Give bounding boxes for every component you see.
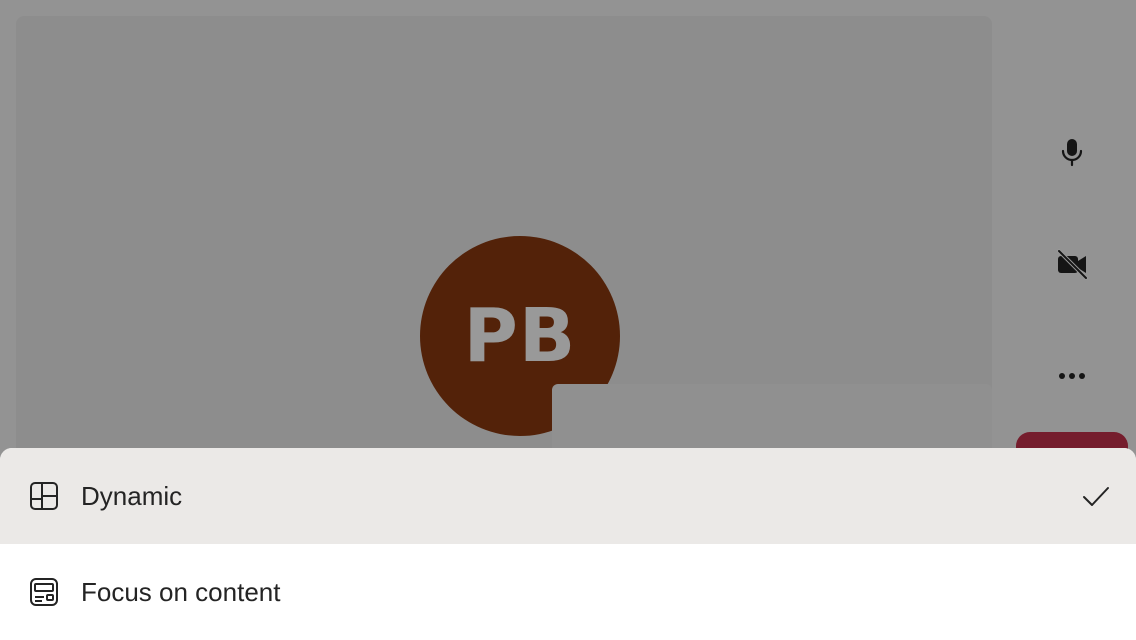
menu-item-label: Dynamic [81,481,183,511]
checkmark-icon [1083,487,1109,506]
dynamic-layout-icon [30,482,58,510]
focus-content-icon [30,578,58,606]
meeting-window: PB Dynamic Focus on content [0,0,1136,640]
menu-item-dynamic[interactable]: Dynamic [0,448,1136,544]
menu-item-focus-on-content[interactable]: Focus on content [0,544,1136,640]
layout-menu-sheet: Dynamic Focus on content [0,448,1136,640]
menu-item-label: Focus on content [81,577,281,607]
